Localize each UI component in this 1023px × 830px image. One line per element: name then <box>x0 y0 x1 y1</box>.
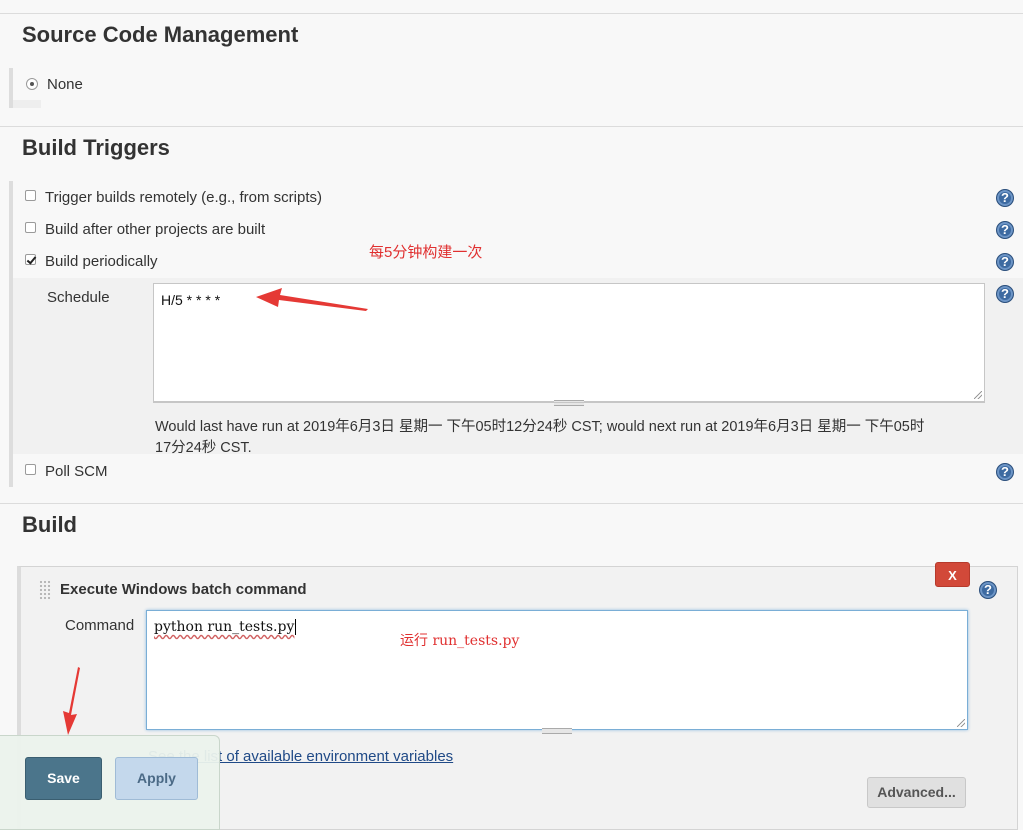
help-icon[interactable]: ? <box>996 189 1014 207</box>
delete-step-button[interactable]: X <box>935 562 970 587</box>
schedule-value: H/5 * * * * <box>161 292 221 308</box>
periodic-annotation: 每5分钟构建一次 <box>369 244 483 261</box>
divider <box>0 503 1023 504</box>
drag-handle-icon[interactable] <box>39 580 51 600</box>
trigger-poll-checkbox[interactable] <box>25 464 36 475</box>
scm-section-title: Source Code Management <box>22 22 299 47</box>
trigger-poll-label: Poll SCM <box>45 463 108 480</box>
command-annotation: 运行 run_tests.py <box>400 633 520 649</box>
schedule-info-line2: 17分24秒 CST. <box>155 440 252 456</box>
divider <box>0 126 1023 127</box>
trigger-remote-label: Trigger builds remotely (e.g., from scri… <box>45 189 323 206</box>
scm-left-bar-foot <box>13 100 41 108</box>
apply-button[interactable]: Apply <box>115 757 198 800</box>
scm-none-label: None <box>47 76 83 93</box>
trigger-remote-checkbox[interactable] <box>25 190 36 201</box>
help-icon[interactable]: ? <box>996 253 1014 271</box>
red-arrow-icon <box>63 667 80 735</box>
red-arrow-icon <box>256 288 368 311</box>
trigger-periodic-checkbox[interactable] <box>25 254 36 265</box>
help-icon[interactable]: ? <box>996 285 1014 303</box>
drag-handle-icon[interactable] <box>542 728 572 734</box>
schedule-textarea-foot <box>153 402 985 409</box>
trigger-after-checkbox[interactable] <box>25 222 36 233</box>
help-icon[interactable]: ? <box>996 221 1014 239</box>
command-textarea[interactable]: python run_tests.py <box>146 610 968 734</box>
scm-none-radio[interactable] <box>26 78 38 90</box>
help-icon[interactable]: ? <box>996 463 1014 481</box>
schedule-label: Schedule <box>47 289 110 306</box>
divider <box>0 13 1023 14</box>
command-label: Command <box>65 617 135 634</box>
trigger-periodic-label: Build periodically <box>45 253 158 270</box>
save-button[interactable]: Save <box>25 757 102 800</box>
command-value: python run_tests.py <box>154 619 295 635</box>
triggers-section-title: Build Triggers <box>22 135 170 160</box>
resize-handle-icon[interactable] <box>957 719 965 727</box>
build-section-title: Build <box>22 512 77 537</box>
trigger-after-label: Build after other projects are built <box>45 221 266 238</box>
resize-handle-icon[interactable] <box>974 391 982 399</box>
build-step-title: Execute Windows batch command <box>60 581 307 598</box>
help-icon[interactable]: ? <box>979 581 997 599</box>
advanced-button[interactable]: Advanced... <box>867 777 966 808</box>
schedule-info-line1: Would last have run at 2019年6月3日 星期一 下午0… <box>155 419 925 435</box>
